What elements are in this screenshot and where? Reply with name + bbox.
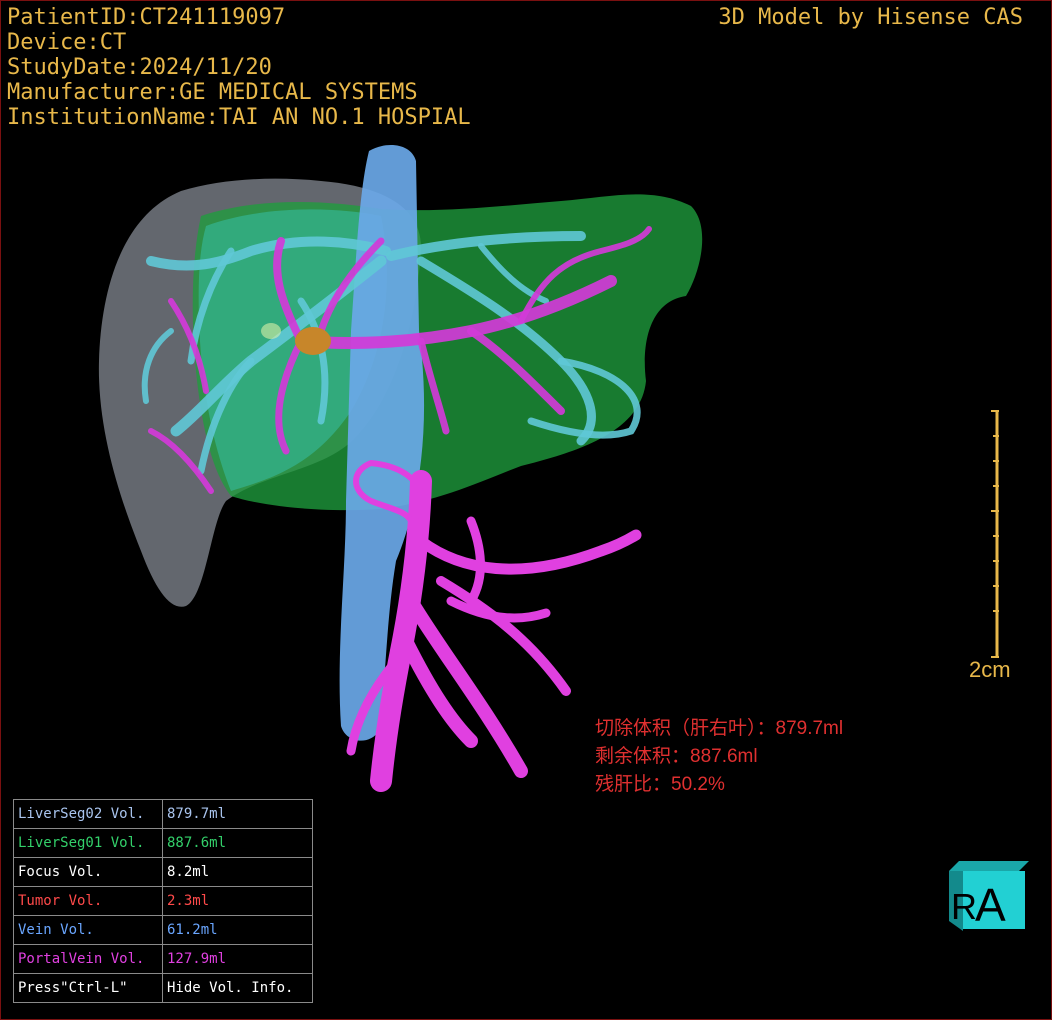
3d-viewer[interactable]: PatientID:CT241119097 Device:CT StudyDate:… <box>0 0 1052 1020</box>
volume-value: 879.7ml <box>162 799 313 829</box>
hide-volume-info-hint[interactable]: Press"Ctrl-L" Hide Vol. Info. <box>13 973 313 1003</box>
volume-row: LiverSeg02 Vol. 879.7ml <box>13 799 313 829</box>
remnant-liver-ratio: 残肝比：50.2% <box>595 774 725 795</box>
hint-action: Hide Vol. Info. <box>162 973 313 1003</box>
volume-value: 887.6ml <box>162 828 313 858</box>
volume-name: Tumor Vol. <box>13 886 163 916</box>
volume-name: LiverSeg02 Vol. <box>13 799 163 829</box>
resection-info: 切除体积（肝右叶）：879.7ml 剩余体积：887.6ml 残肝比：50.2% <box>595 715 843 799</box>
volume-name: LiverSeg01 Vol. <box>13 828 163 858</box>
scale-bar <box>991 410 999 658</box>
volume-row: Focus Vol. 8.2ml <box>13 857 313 887</box>
volume-row: LiverSeg01 Vol. 887.6ml <box>13 828 313 858</box>
cube-face-front: A <box>975 879 1006 931</box>
scale-bar-label: 2cm <box>969 657 1011 682</box>
hint-key: Press"Ctrl-L" <box>13 973 163 1003</box>
remaining-volume: 剩余体积：887.6ml <box>595 746 758 767</box>
volume-row: PortalVein Vol. 127.9ml <box>13 944 313 974</box>
volume-name: Focus Vol. <box>13 857 163 887</box>
volume-value: 61.2ml <box>162 915 313 945</box>
volume-row: Tumor Vol. 2.3ml <box>13 886 313 916</box>
volume-value: 8.2ml <box>162 857 313 887</box>
tumor <box>295 327 331 355</box>
orientation-cube[interactable]: R A <box>945 857 1029 931</box>
focus <box>261 323 281 339</box>
volume-value: 127.9ml <box>162 944 313 974</box>
volume-name: Vein Vol. <box>13 915 163 945</box>
volume-row: Vein Vol. 61.2ml <box>13 915 313 945</box>
cube-face-side: R <box>951 886 977 927</box>
portal-vein-trunk <box>346 459 642 792</box>
volume-value: 2.3ml <box>162 886 313 916</box>
volume-info-table: LiverSeg02 Vol. 879.7ml LiverSeg01 Vol. … <box>13 799 313 1003</box>
resection-volume: 切除体积（肝右叶）：879.7ml <box>595 718 844 739</box>
volume-name: PortalVein Vol. <box>13 944 163 974</box>
